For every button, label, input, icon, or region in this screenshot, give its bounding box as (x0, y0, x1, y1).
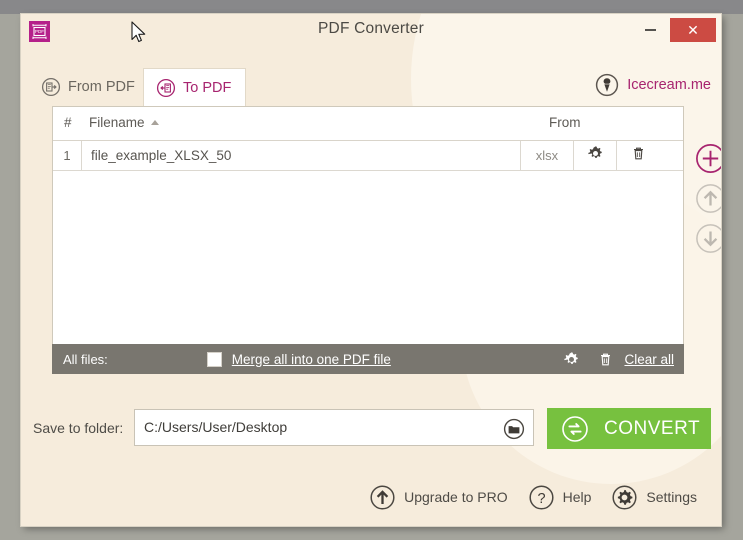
save-to-folder-label: Save to folder: (33, 420, 124, 436)
upgrade-to-pro-button[interactable]: Upgrade to PRO (359, 484, 518, 511)
brand-label: Icecream.me (627, 77, 711, 93)
convert-button-label: CONVERT (604, 417, 701, 439)
merge-checkbox[interactable] (206, 351, 222, 367)
column-header-filename[interactable]: Filename (89, 115, 159, 130)
settings-button[interactable]: Settings (601, 484, 707, 511)
save-path-field[interactable]: C:/Users/User/Desktop (134, 409, 534, 446)
gear-icon (587, 145, 604, 167)
browse-folder-button[interactable] (503, 418, 525, 440)
file-list-header: # Filename From (53, 107, 683, 141)
arrow-up-circle-icon (369, 484, 396, 511)
from-pdf-icon (41, 77, 61, 97)
row-source-format: xlsx (520, 141, 573, 170)
file-actions-column (691, 142, 721, 255)
row-number: 1 (63, 148, 71, 163)
save-folder-row: Save to folder: C:/Users/User/Desktop CO… (21, 406, 721, 454)
tab-strip: From PDF To PDF Icecream.me (21, 68, 721, 106)
row-delete-button[interactable] (616, 141, 659, 170)
window-title: PDF Converter (318, 20, 424, 37)
column-header-filename-label: Filename (89, 115, 145, 130)
convert-button[interactable]: CONVERT (547, 408, 711, 449)
tab-from-pdf[interactable]: From PDF (29, 68, 149, 106)
add-file-button[interactable] (694, 142, 721, 175)
all-files-bar: All files: Merge all into one PDF file C… (52, 344, 684, 374)
row-filename: file_example_XLSX_50 (81, 141, 520, 170)
desktop-top-strip (0, 0, 743, 14)
trash-icon (630, 145, 647, 167)
tab-from-pdf-label: From PDF (68, 79, 135, 95)
all-files-actions: Clear all (554, 351, 684, 368)
title-bar: PDF PDF Converter ✕ (21, 14, 721, 48)
to-pdf-icon (156, 78, 176, 98)
gear-circle-icon (611, 484, 638, 511)
clear-all-link[interactable]: Clear all (624, 352, 674, 367)
all-files-trash-button[interactable] (588, 351, 622, 368)
minimize-button[interactable] (636, 18, 664, 42)
close-button[interactable]: ✕ (670, 18, 716, 42)
help-button[interactable]: ? Help (518, 484, 602, 511)
move-down-button[interactable] (694, 222, 721, 255)
pdf-converter-window: PDF PDF Converter ✕ From PDF To PDF Icec… (21, 14, 721, 526)
sort-ascending-icon (150, 119, 159, 125)
move-up-button[interactable] (694, 182, 721, 215)
all-files-settings-button[interactable] (554, 351, 588, 368)
settings-label: Settings (646, 489, 697, 505)
table-row[interactable]: 1 file_example_XLSX_50 xlsx (53, 141, 683, 171)
tab-to-pdf-label: To PDF (183, 79, 232, 96)
question-circle-icon: ? (528, 484, 555, 511)
all-files-label: All files: (63, 351, 108, 367)
column-header-number: # (64, 115, 72, 130)
svg-text:?: ? (537, 491, 545, 507)
save-path-value: C:/Users/User/Desktop (144, 419, 288, 435)
bottom-toolbar: Upgrade to PRO ? Help Settings (359, 477, 707, 517)
help-label: Help (562, 489, 592, 505)
tab-to-pdf[interactable]: To PDF (143, 68, 247, 106)
brand-link[interactable]: Icecream.me (594, 72, 711, 98)
column-header-from: From (549, 115, 581, 130)
convert-refresh-icon (561, 415, 589, 443)
merge-all-label[interactable]: Merge all into one PDF file (232, 352, 391, 367)
row-settings-button[interactable] (573, 141, 616, 170)
upgrade-to-pro-label: Upgrade to PRO (404, 489, 508, 505)
icecream-cone-icon (594, 72, 620, 98)
screen: PDF PDF Converter ✕ From PDF To PDF Icec… (0, 0, 743, 540)
row-spacer (659, 141, 683, 170)
file-list-panel: # Filename From 1 file_example_XLSX_50 x… (52, 106, 684, 374)
